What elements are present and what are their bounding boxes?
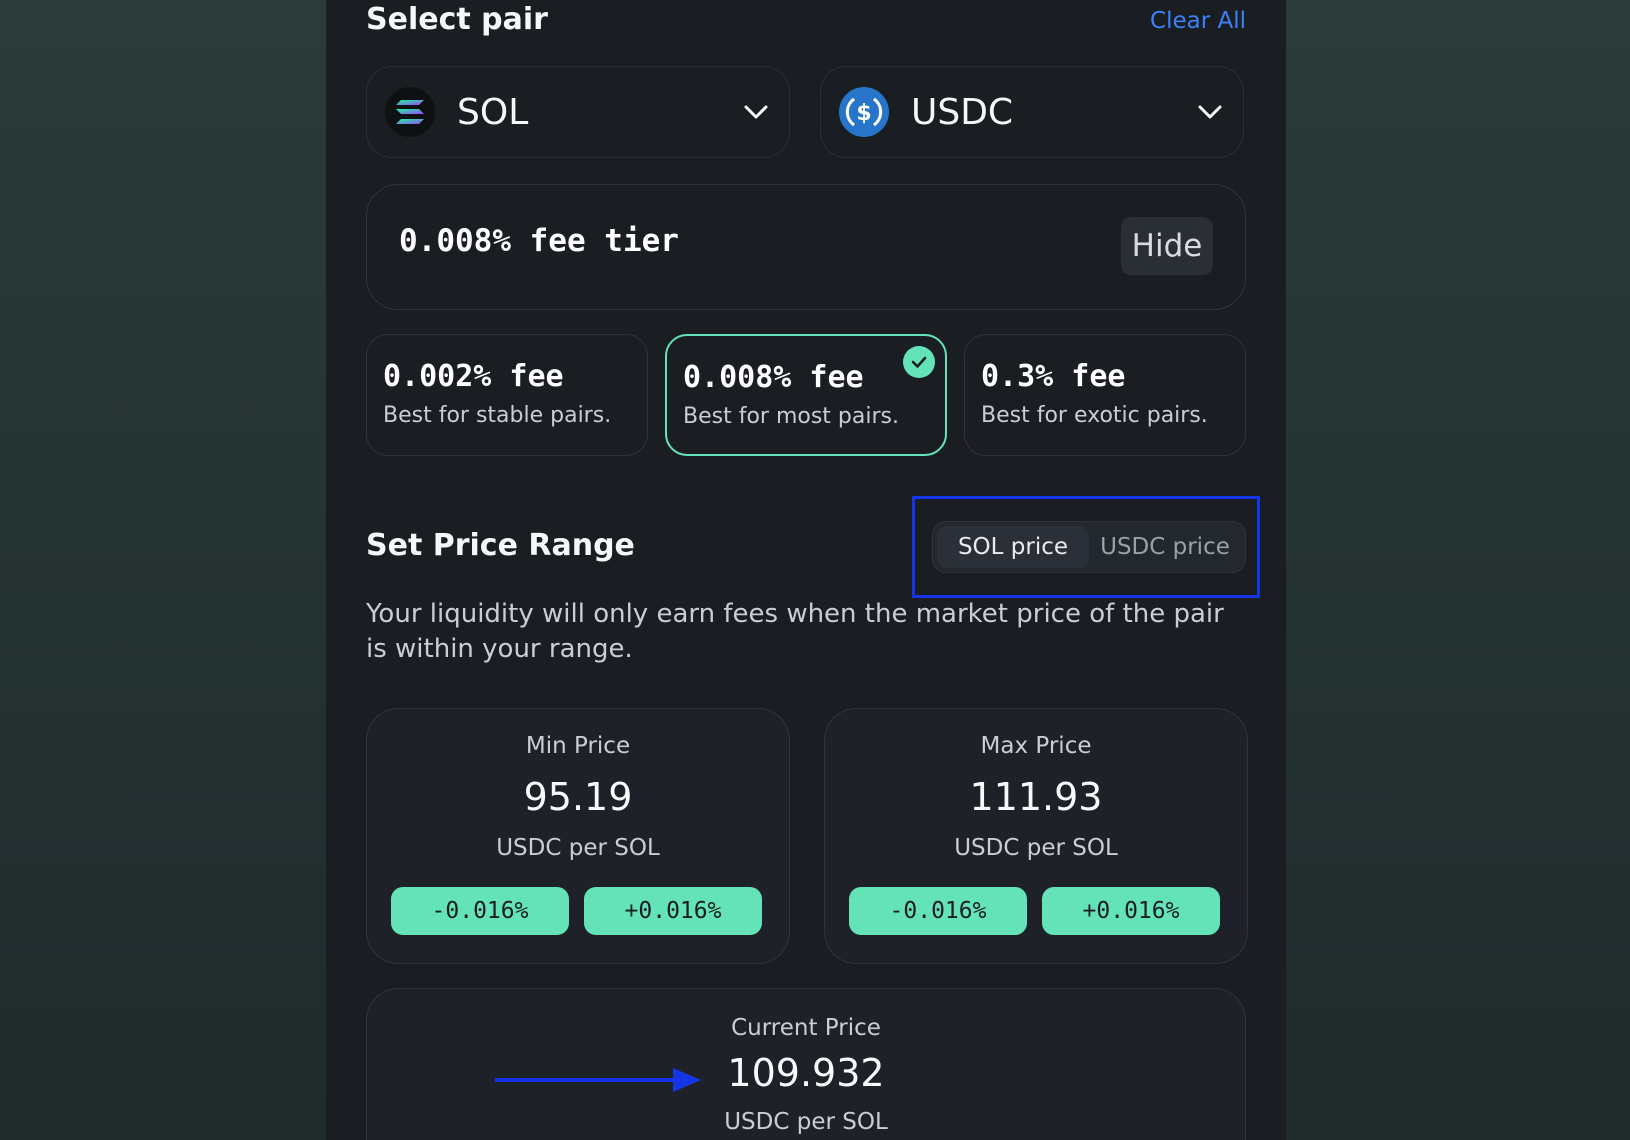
current-price-unit: USDC per SOL xyxy=(724,1109,888,1135)
fee-option-value: 0.3% fee xyxy=(981,359,1126,394)
max-price-increase-button[interactable]: +0.016% xyxy=(1042,887,1220,935)
token-b-symbol: USDC xyxy=(911,91,1014,133)
min-price-value[interactable]: 95.19 xyxy=(367,775,789,819)
check-icon xyxy=(903,346,935,378)
liquidity-panel: Select pair Clear All SOL $ USDC 0.008% … xyxy=(326,0,1286,1140)
max-price-unit: USDC per SOL xyxy=(954,835,1118,861)
token-a-select[interactable]: SOL xyxy=(366,66,790,158)
chevron-down-icon xyxy=(744,105,768,119)
min-price-increase-button[interactable]: +0.016% xyxy=(584,887,762,935)
page-title: Select pair xyxy=(366,2,548,37)
clear-all-link[interactable]: Clear All xyxy=(1150,8,1246,34)
usdc-icon: $ xyxy=(839,87,889,137)
max-price-value[interactable]: 111.93 xyxy=(825,775,1247,819)
fee-option-0-002[interactable]: 0.002% fee Best for stable pairs. xyxy=(366,334,648,456)
fee-tier-summary: 0.008% fee tier Hide xyxy=(366,184,1246,310)
price-range-title: Set Price Range xyxy=(366,528,635,563)
solana-icon xyxy=(385,87,435,137)
hide-button[interactable]: Hide xyxy=(1121,217,1213,275)
fee-option-0-3[interactable]: 0.3% fee Best for exotic pairs. xyxy=(964,334,1246,456)
annotation-highlight-box xyxy=(912,496,1260,598)
svg-text:$: $ xyxy=(856,101,871,126)
max-price-decrease-button[interactable]: -0.016% xyxy=(849,887,1027,935)
price-range-description: Your liquidity will only earn fees when … xyxy=(366,599,1224,664)
fee-option-value: 0.002% fee xyxy=(383,359,564,394)
fee-option-desc: Best for exotic pairs. xyxy=(981,403,1208,428)
annotation-arrow-icon xyxy=(495,1068,701,1092)
min-price-label: Min Price xyxy=(525,733,631,759)
min-price-unit: USDC per SOL xyxy=(496,835,660,861)
token-a-symbol: SOL xyxy=(457,91,529,133)
fee-option-desc: Best for most pairs. xyxy=(683,404,899,429)
current-price-label: Current Price xyxy=(731,1015,881,1041)
fee-tier-label: 0.008% fee tier xyxy=(399,223,679,259)
min-price-decrease-button[interactable]: -0.016% xyxy=(391,887,569,935)
max-price-card: Max Price 111.93 USDC per SOL -0.016% +0… xyxy=(824,708,1248,964)
fee-option-value: 0.008% fee xyxy=(683,360,864,395)
fee-option-desc: Best for stable pairs. xyxy=(383,403,612,428)
current-price-card: Current Price 109.932 USDC per SOL xyxy=(366,988,1246,1140)
min-price-card: Min Price 95.19 USDC per SOL -0.016% +0.… xyxy=(366,708,790,964)
max-price-label: Max Price xyxy=(980,733,1092,759)
token-b-select[interactable]: $ USDC xyxy=(820,66,1244,158)
chevron-down-icon xyxy=(1198,105,1222,119)
fee-option-0-008[interactable]: 0.008% fee Best for most pairs. xyxy=(665,334,947,456)
